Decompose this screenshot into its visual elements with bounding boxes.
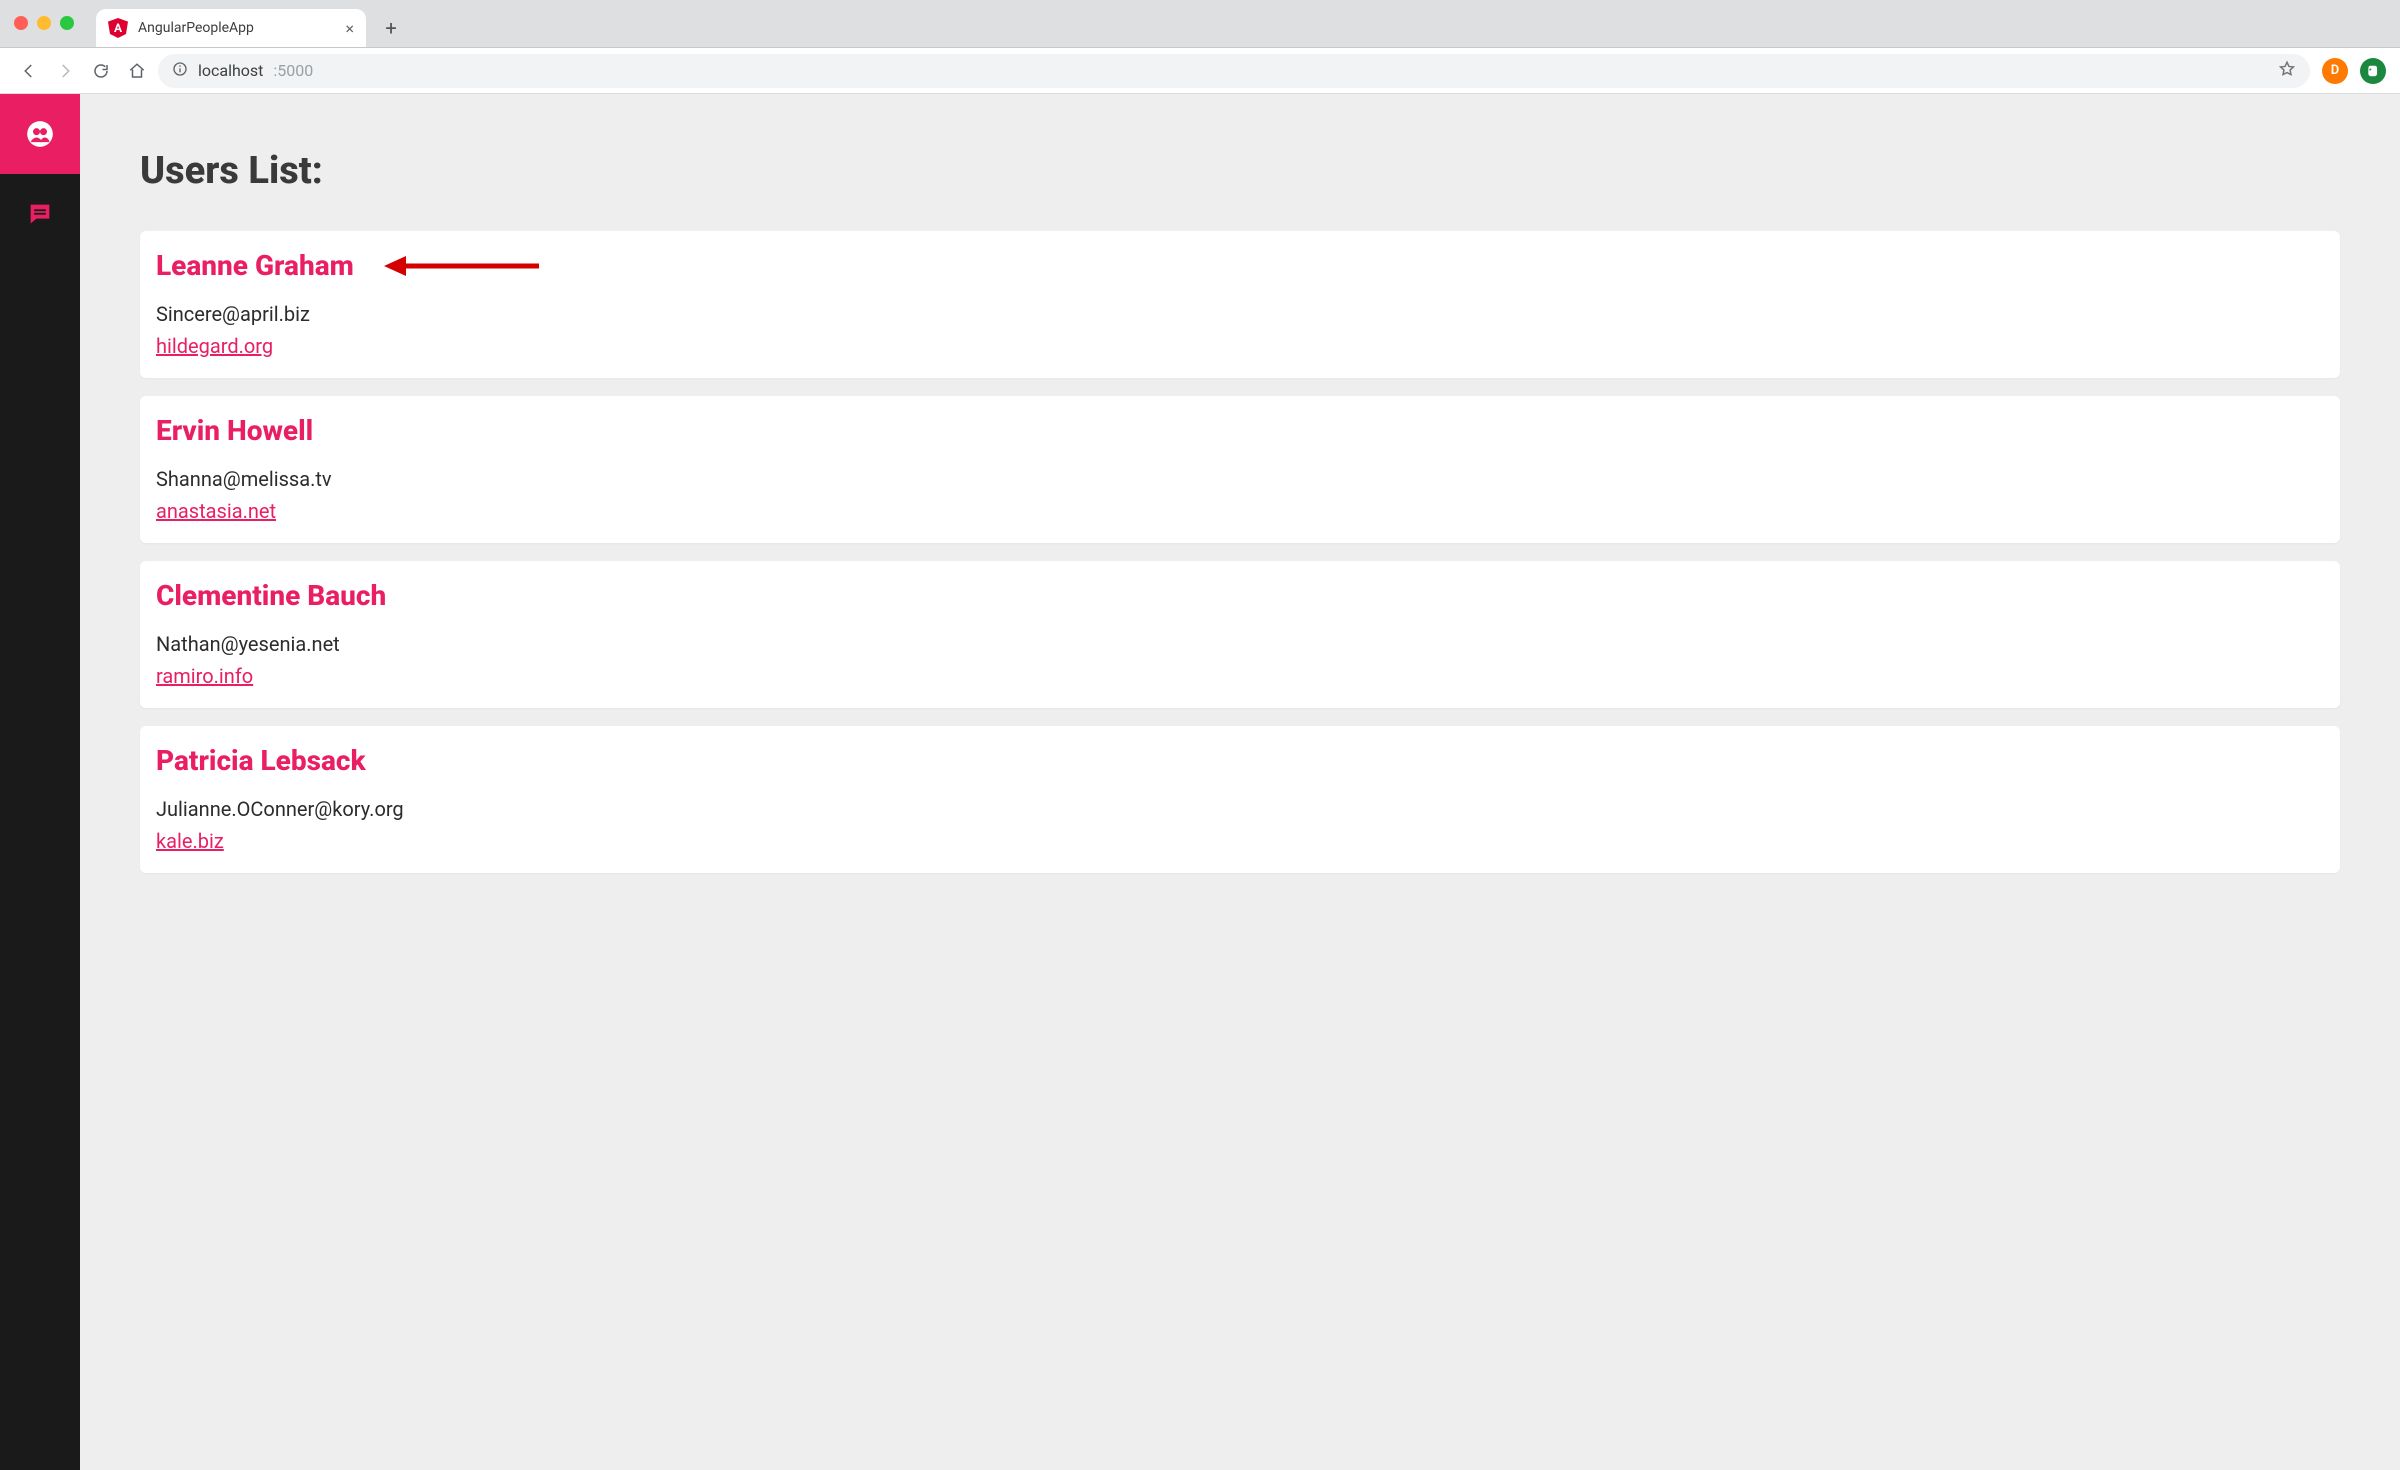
chat-icon [26,200,54,228]
reload-icon [92,62,110,80]
reload-button[interactable] [86,56,116,86]
user-email: Sincere@april.biz [156,302,2324,326]
user-card: Ervin Howell Shanna@melissa.tv anastasia.n… [140,396,2340,543]
user-website: ramiro.info [156,664,2324,688]
sidebar [0,94,80,1470]
user-website-link[interactable]: ramiro.info [156,664,253,688]
arrow-right-icon [56,62,74,80]
tab-close-icon[interactable]: × [345,19,354,38]
app-root: Users List: Leanne Graham Sincere@april.b… [0,94,2400,1470]
window-minimize-button[interactable] [37,16,51,30]
user-card: Clementine Bauch Nathan@yesenia.net ramiro… [140,561,2340,708]
user-name-link[interactable]: Ervin Howell [156,414,313,447]
browser-toolbar: localhost :5000 D [0,48,2400,94]
address-bar[interactable]: localhost :5000 [158,54,2310,88]
user-website-link[interactable]: kale.biz [156,829,224,853]
user-website: kale.biz [156,829,2324,853]
user-website-link[interactable]: hildegard.org [156,334,273,358]
tab-title: AngularPeopleApp [138,20,335,36]
main-content: Users List: Leanne Graham Sincere@april.b… [80,94,2400,1470]
sidebar-item-users[interactable] [0,94,80,174]
star-icon [2278,60,2296,78]
angular-favicon: A [108,18,128,38]
browser-tab-strip: A AngularPeopleApp × + [0,0,2400,48]
users-list: Leanne Graham Sincere@april.biz hildegard.… [140,231,2340,873]
extension-evernote[interactable] [2360,58,2386,84]
user-website: hildegard.org [156,334,2324,358]
user-email: Nathan@yesenia.net [156,632,2324,656]
browser-tab[interactable]: A AngularPeopleApp × [96,9,366,47]
user-card: Patricia Lebsack Julianne.OConner@kory.or… [140,726,2340,873]
window-close-button[interactable] [14,16,28,30]
user-card: Leanne Graham Sincere@april.biz hildegard.… [140,231,2340,378]
page-title: Users List: [140,149,2340,193]
sidebar-item-messages[interactable] [0,174,80,254]
elephant-icon [2366,64,2380,78]
arrow-left-icon [20,62,38,80]
user-name-link[interactable]: Leanne Graham [156,249,354,282]
user-email: Julianne.OConner@kory.org [156,797,2324,821]
user-name-link[interactable]: Patricia Lebsack [156,744,366,777]
user-website: anastasia.net [156,499,2324,523]
window-maximize-button[interactable] [60,16,74,30]
user-email: Shanna@melissa.tv [156,467,2324,491]
user-name-link[interactable]: Clementine Bauch [156,579,386,612]
back-button[interactable] [14,56,44,86]
site-info-icon[interactable] [172,61,188,81]
url-host: localhost [198,61,263,80]
window-controls [14,16,74,30]
bookmark-button[interactable] [2278,60,2296,82]
extension-d[interactable]: D [2322,58,2348,84]
url-port: :5000 [273,61,313,80]
home-icon [128,62,146,80]
home-button[interactable] [122,56,152,86]
users-icon [26,120,54,148]
forward-button[interactable] [50,56,80,86]
new-tab-button[interactable]: + [376,13,406,43]
user-website-link[interactable]: anastasia.net [156,499,276,523]
